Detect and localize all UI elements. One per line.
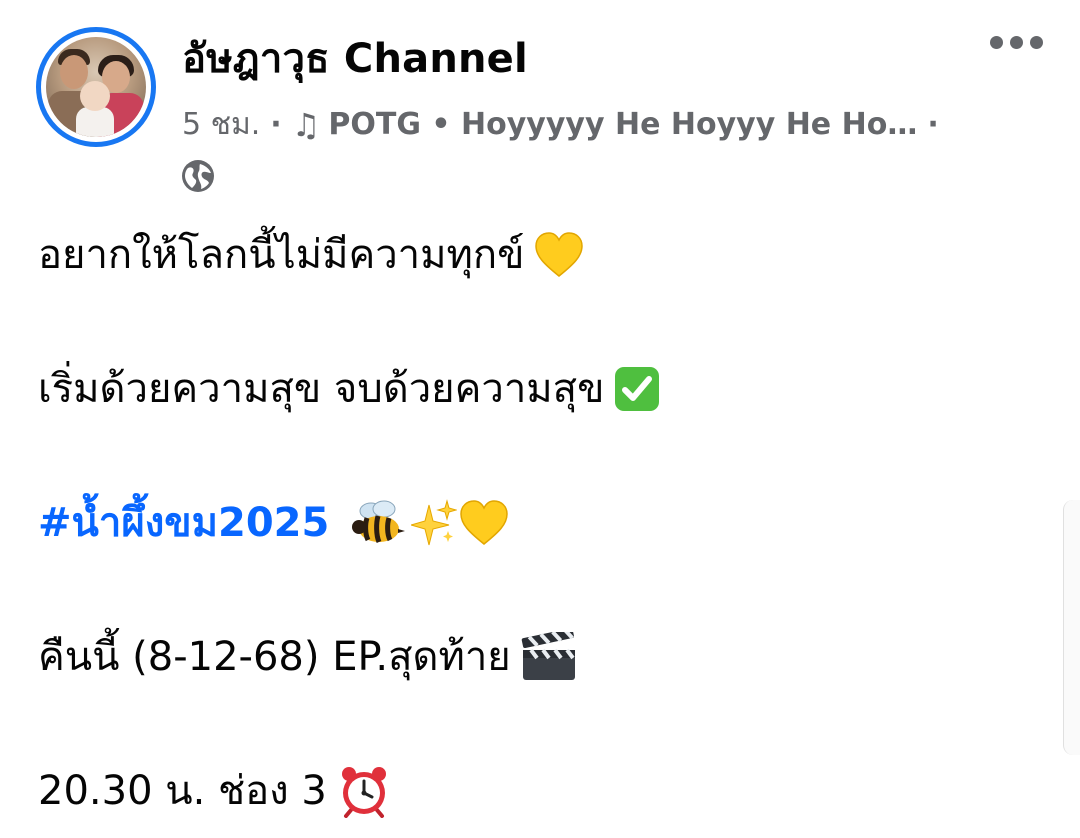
meta-separator: · <box>270 107 282 142</box>
meta-separator: · <box>927 107 939 142</box>
post-text: อยากให้โลกนี้ไม่มีความทุกข์ <box>38 232 525 278</box>
sparkles-icon <box>411 499 458 547</box>
more-options-icon[interactable] <box>990 36 1043 49</box>
author-name[interactable]: อัษฎาวุธ Channel <box>182 26 528 90</box>
yellow-heart-icon <box>534 232 584 278</box>
post-body: อยากให้โลกนี้ไม่มีความทุกข์ เริ่มด้วยควา… <box>38 225 1040 821</box>
more-dot <box>1030 36 1043 49</box>
post-text: 20.30 น. ช่อง 3 <box>38 768 327 814</box>
clapper-board-icon <box>521 632 577 682</box>
music-note-icon: ♫ <box>291 105 321 144</box>
post-line-3: #น้ำผึ้งขม2025 <box>38 493 1040 553</box>
avatar-photo <box>46 37 146 137</box>
post-line-1: อยากให้โลกนี้ไม่มีความทุกข์ <box>38 225 1040 285</box>
post-text: คืนนี้ (8-12-68) EP.สุดท้าย <box>38 634 511 680</box>
post-text: เริ่มด้วยความสุข จบด้วยความสุข <box>38 366 605 412</box>
more-dot <box>990 36 1003 49</box>
alarm-clock-icon <box>337 764 391 818</box>
post-line-4: คืนนี้ (8-12-68) EP.สุดท้าย <box>38 627 1040 687</box>
yellow-heart-icon <box>459 500 509 546</box>
check-mark-button-icon <box>614 366 660 412</box>
post-line-5: 20.30 น. ช่อง 3 <box>38 761 1040 821</box>
post-time[interactable]: 5 ชม. <box>182 101 260 148</box>
song-title[interactable]: POTG • Hoyyyyy He Hoyyy He Ho… <box>328 107 917 142</box>
more-dot <box>1010 36 1023 49</box>
profile-avatar[interactable] <box>36 27 156 147</box>
scroll-edge <box>1063 500 1080 755</box>
post-line-2: เริ่มด้วยความสุข จบด้วยความสุข <box>38 359 1040 419</box>
post-meta: 5 ชม. · ♫ POTG • Hoyyyyy He Hoyyy He Ho…… <box>182 101 949 148</box>
hashtag-link[interactable]: #น้ำผึ้งขม2025 <box>38 493 329 553</box>
bee-icon <box>351 499 407 547</box>
globe-icon[interactable] <box>181 159 215 193</box>
